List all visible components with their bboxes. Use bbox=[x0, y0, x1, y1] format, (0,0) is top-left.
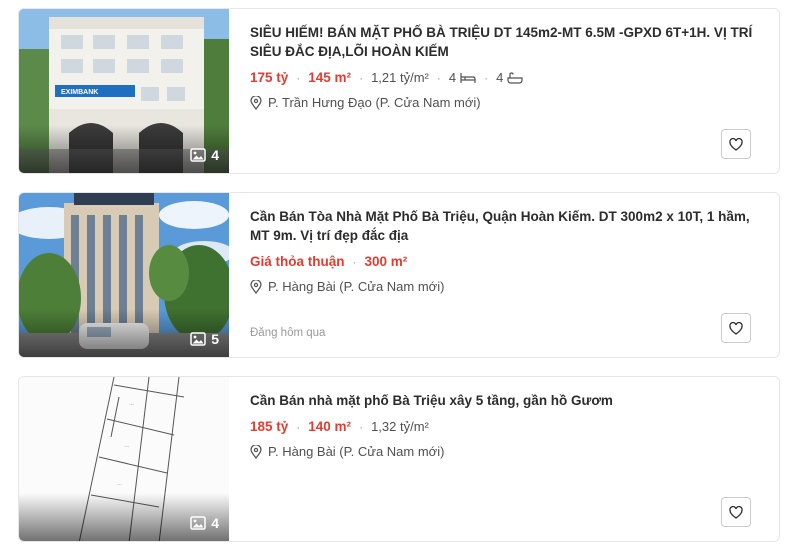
listing-title[interactable]: Cần Bán nhà mặt phố Bà Triệu xây 5 tầng,… bbox=[250, 391, 763, 410]
separator-dot: · bbox=[359, 70, 364, 85]
listing-location: P. Hàng Bài (P. Cửa Nam mới) bbox=[250, 279, 763, 294]
listing-card[interactable]: EXIMBANK 4 SIÊU HIẾM! BÁN MẶT PHỐ BÀ TRI… bbox=[18, 8, 780, 174]
listing-thumbnail[interactable]: EXIMBANK 4 bbox=[19, 9, 229, 173]
location-text: P. Hàng Bài (P. Cửa Nam mới) bbox=[268, 279, 445, 294]
listing-price: Giá thỏa thuận bbox=[250, 254, 345, 269]
separator-dot: · bbox=[359, 419, 364, 434]
location-text: P. Hàng Bài (P. Cửa Nam mới) bbox=[268, 444, 445, 459]
listing-content: Cần Bán Tòa Nhà Mặt Phố Bà Triệu, Quận H… bbox=[250, 207, 763, 357]
separator-dot: · bbox=[296, 419, 301, 434]
svg-text:…: … bbox=[124, 443, 129, 449]
separator-dot: · bbox=[484, 70, 489, 85]
location-pin-icon bbox=[250, 279, 262, 294]
listing-card[interactable]: … … … 4 Cần Bán nhà mặt phố Bà Triệu xây… bbox=[18, 376, 780, 542]
listing-price: 185 tỷ bbox=[250, 419, 289, 434]
save-listing-button[interactable] bbox=[721, 313, 751, 343]
bathroom-count-value: 4 bbox=[496, 70, 504, 85]
bath-icon bbox=[507, 71, 523, 84]
photo-count: 4 bbox=[190, 147, 219, 163]
photo-count-value: 5 bbox=[211, 331, 219, 347]
listing-title[interactable]: SIÊU HIẾM! BÁN MẶT PHỐ BÀ TRIỆU DT 145m2… bbox=[250, 23, 763, 61]
save-listing-button[interactable] bbox=[721, 497, 751, 527]
separator-dot: · bbox=[436, 70, 441, 85]
listing-location: P. Trần Hưng Đạo (P. Cửa Nam mới) bbox=[250, 95, 763, 110]
photo-count: 5 bbox=[190, 331, 219, 347]
svg-text:…: … bbox=[117, 481, 122, 487]
location-pin-icon bbox=[250, 95, 262, 110]
separator-dot: · bbox=[352, 254, 357, 269]
image-icon bbox=[190, 516, 206, 530]
listing-content: Cần Bán nhà mặt phố Bà Triệu xây 5 tầng,… bbox=[250, 391, 763, 541]
listing-area: 145 m² bbox=[308, 70, 352, 85]
heart-icon bbox=[729, 321, 743, 335]
listing-metrics: Giá thỏa thuận · 300 m² bbox=[250, 254, 763, 269]
listing-area: 140 m² bbox=[308, 419, 352, 434]
listing-title[interactable]: Cần Bán Tòa Nhà Mặt Phố Bà Triệu, Quận H… bbox=[250, 207, 763, 245]
listing-thumbnail[interactable]: … … … 4 bbox=[19, 377, 229, 541]
image-icon bbox=[190, 332, 206, 346]
location-pin-icon bbox=[250, 444, 262, 459]
listing-card[interactable]: 5 Cần Bán Tòa Nhà Mặt Phố Bà Triệu, Quận… bbox=[18, 192, 780, 358]
svg-text:…: … bbox=[129, 401, 134, 407]
price-per-m2: 1,32 tỷ/m² bbox=[371, 419, 429, 434]
listing-metrics: 175 tỷ · 145 m² · 1,21 tỷ/m² · 4 · 4 bbox=[250, 70, 763, 85]
listing-thumbnail[interactable]: 5 bbox=[19, 193, 229, 357]
listing-price: 175 tỷ bbox=[250, 70, 289, 85]
image-icon bbox=[190, 148, 206, 162]
location-text: P. Trần Hưng Đạo (P. Cửa Nam mới) bbox=[268, 95, 481, 110]
bed-icon bbox=[460, 72, 476, 83]
listing-metrics: 185 tỷ · 140 m² · 1,32 tỷ/m² bbox=[250, 419, 763, 434]
photo-count-value: 4 bbox=[211, 147, 219, 163]
bathroom-count: 4 bbox=[496, 70, 523, 85]
listing-content: SIÊU HIẾM! BÁN MẶT PHỐ BÀ TRIỆU DT 145m2… bbox=[250, 23, 763, 173]
photo-count: 4 bbox=[190, 515, 219, 531]
photo-count-value: 4 bbox=[211, 515, 219, 531]
heart-icon bbox=[729, 137, 743, 151]
bedroom-count: 4 bbox=[449, 70, 476, 85]
save-listing-button[interactable] bbox=[721, 129, 751, 159]
bedroom-count-value: 4 bbox=[448, 70, 457, 85]
listing-area: 300 m² bbox=[364, 254, 408, 269]
separator-dot: · bbox=[296, 70, 301, 85]
listing-location: P. Hàng Bài (P. Cửa Nam mới) bbox=[250, 444, 763, 459]
price-per-m2: 1,21 tỷ/m² bbox=[371, 70, 429, 85]
posted-time: Đăng hôm qua bbox=[250, 327, 326, 339]
bank-sign: EXIMBANK bbox=[61, 89, 98, 96]
heart-icon bbox=[729, 505, 743, 519]
